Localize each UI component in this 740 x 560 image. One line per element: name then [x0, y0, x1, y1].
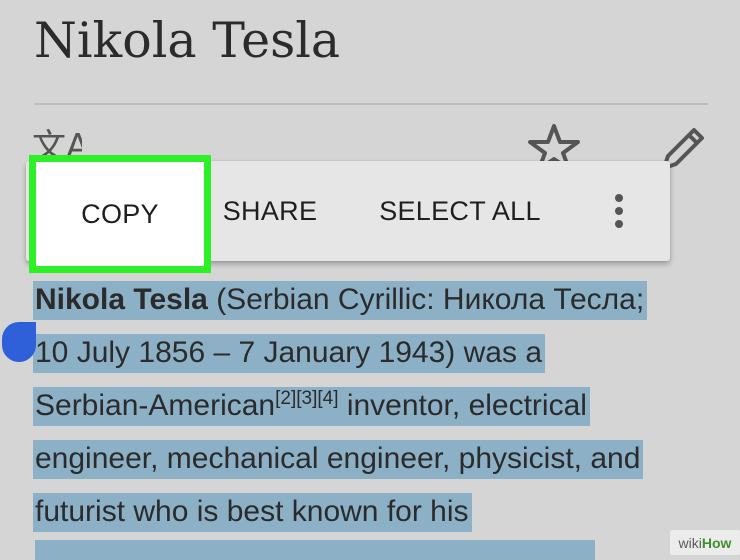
article-text: inventor, electrical: [338, 389, 587, 422]
article-body: Nikola Tesla (Serbian Cyrillic: Никола Т…: [33, 273, 723, 538]
article-line-1: Nikola Tesla (Serbian Cyrillic: Никола Т…: [33, 273, 723, 326]
more-options-button[interactable]: [594, 161, 644, 261]
article-text: 10 July 1856 – 7 January 1943) was a: [33, 334, 545, 373]
watermark-how: How: [701, 534, 732, 551]
article-text: (Serbian Cyrillic: Никола Тесла;: [207, 283, 645, 316]
article-text: Serbian-American: [35, 389, 276, 422]
selected-text-cutoff: [35, 540, 595, 560]
citation-link[interactable]: [2][3][4]: [275, 388, 338, 409]
article-lead-title: Nikola Tesla: [35, 283, 208, 316]
share-button[interactable]: SHARE: [206, 161, 334, 261]
select-all-button[interactable]: SELECT ALL: [364, 161, 556, 261]
selection-start-handle[interactable]: [2, 322, 36, 362]
article-text: engineer, mechanical engineer, physicist…: [33, 440, 644, 479]
wikihow-watermark: wiki How: [670, 530, 740, 555]
article-line-5: futurist who is best known for his: [33, 485, 723, 538]
more-vert-icon: [615, 194, 623, 228]
article-line-3: Serbian-American[2][3][4] inventor, elec…: [33, 379, 723, 432]
article-line-4: engineer, mechanical engineer, physicist…: [33, 432, 723, 485]
page-title: Nikola Tesla: [34, 12, 341, 69]
article-line-2: 10 July 1856 – 7 January 1943) was a: [33, 326, 723, 379]
article-text: futurist who is best known for his: [33, 493, 472, 532]
copy-button[interactable]: COPY: [29, 155, 211, 273]
watermark-wiki: wiki: [678, 534, 702, 551]
title-divider: [34, 103, 708, 105]
